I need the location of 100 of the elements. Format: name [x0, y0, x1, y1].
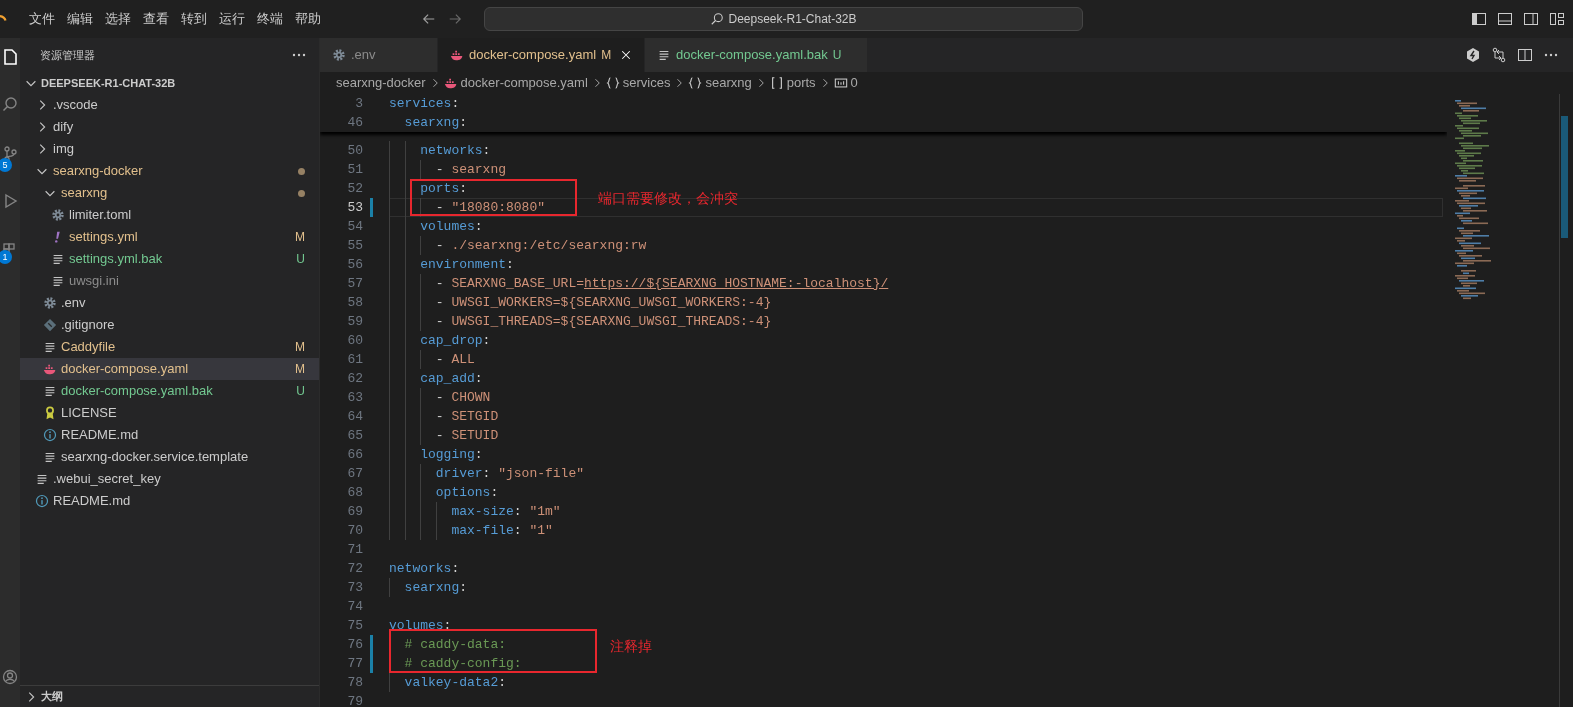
code-line: max-file: "1" [389, 521, 553, 540]
code-line: environment: [389, 255, 514, 274]
git-status-letter: U [296, 251, 305, 268]
line-number: 70 [346, 522, 363, 540]
number-symbol-icon [833, 76, 848, 90]
workspace-root[interactable]: DEEPSEEK-R1-CHAT-32B [20, 72, 319, 94]
branch-icon[interactable] [2, 146, 18, 162]
layout-grid-icon[interactable] [1549, 11, 1565, 27]
command-center-search[interactable]: Deepseek-R1-Chat-32B [484, 7, 1083, 31]
files-icon[interactable] [2, 49, 18, 65]
notification-badge: 1 [0, 250, 12, 264]
file-tree-item[interactable]: Caddyfile M [20, 336, 319, 358]
close-icon[interactable] [620, 49, 633, 61]
code-line: max-size: "1m" [389, 502, 561, 521]
secondary-sidebar-icon[interactable] [1523, 11, 1539, 27]
annotation-note: 端口需要修改，会冲突 [598, 189, 738, 207]
panel-layout-icon[interactable] [1497, 11, 1513, 27]
outline-section-header[interactable]: 大纲 [20, 685, 319, 707]
code-line: - CHOWN [389, 388, 491, 407]
line-number: 46 [346, 114, 363, 132]
code-line: volumes: [389, 617, 452, 635]
menu-item[interactable]: 选择 [99, 6, 137, 32]
file-tree-item[interactable]: docker-compose.yaml.bak U [20, 380, 319, 402]
git-status-letter: M [295, 229, 305, 246]
line-number: 78 [346, 674, 363, 692]
code-line: - UWSGI_THREADS=${SEARXNG_UWSGI_THREADS:-4} [389, 312, 772, 331]
folder-tree-item[interactable]: searxng [20, 182, 319, 204]
line-number: 57 [346, 275, 363, 293]
line-number: 53 [346, 199, 363, 217]
file-tree-item[interactable]: .webui_secret_key [20, 468, 319, 490]
file-tree-item[interactable]: limiter.toml [20, 204, 319, 226]
line-number: 77 [346, 655, 363, 673]
folder-tree-item[interactable]: searxng-docker [20, 160, 319, 182]
whale-icon [450, 48, 464, 62]
file-tree-item[interactable]: .env [20, 292, 319, 314]
scrollbar-thumb[interactable] [1561, 116, 1568, 238]
forward-arrow-icon[interactable] [448, 12, 462, 26]
play-icon[interactable] [2, 193, 18, 209]
folder-tree-item[interactable]: img [20, 138, 319, 160]
file-tree-item[interactable]: searxng-docker.service.template [20, 446, 319, 468]
gear-icon [43, 296, 57, 310]
file-tree-item[interactable]: docker-compose.yaml M [20, 358, 319, 380]
line-number: 69 [346, 503, 363, 521]
code-line: services: [389, 95, 460, 113]
code-line: networks: [389, 141, 491, 160]
code-line: networks: [389, 560, 460, 578]
line-number: 76 [346, 636, 363, 654]
breadcrumb-item[interactable]: docker-compose.yaml [443, 73, 588, 93]
code-line: # caddy-data: [389, 635, 506, 654]
line-number: 61 [346, 351, 363, 369]
breadcrumb-item[interactable]: 0 [833, 73, 858, 93]
file-lines-icon [657, 48, 671, 62]
whale-icon [43, 362, 57, 376]
folder-tree-item[interactable]: dify [20, 116, 319, 138]
code-line: # caddy-config: [389, 654, 522, 673]
ribbon-icon [43, 406, 57, 420]
file-tree-item[interactable]: LICENSE [20, 402, 319, 424]
editor-tab[interactable]: docker-compose.yaml M [438, 38, 645, 72]
line-number: 74 [346, 598, 363, 616]
line-number: 67 [346, 465, 363, 483]
breadcrumb-item[interactable]: searxng-docker [336, 73, 426, 93]
sidebar-layout-icon[interactable] [1471, 11, 1487, 27]
file-tree-item[interactable]: settings.yml.bak U [20, 248, 319, 270]
editor-tab[interactable]: docker-compose.yaml.bak U [645, 38, 868, 72]
folder-tree-item[interactable]: .vscode [20, 94, 319, 116]
file-tree-item[interactable]: README.md [20, 490, 319, 512]
line-number: 65 [346, 427, 363, 445]
back-arrow-icon[interactable] [422, 12, 436, 26]
explorer-title: 资源管理器 [40, 47, 95, 63]
search-icon [710, 12, 725, 26]
code-line: searxng: [389, 578, 467, 597]
hexagon-icon[interactable] [1465, 47, 1481, 63]
line-number: 59 [346, 313, 363, 331]
git-status-letter: M [295, 339, 305, 356]
account-icon[interactable] [2, 669, 18, 685]
split-editor-icon[interactable] [1517, 47, 1533, 63]
menu-item[interactable]: 终端 [251, 6, 289, 32]
compare-changes-icon[interactable] [1491, 47, 1507, 63]
git-status-letter: U [296, 383, 305, 400]
file-tree-item[interactable]: .gitignore [20, 314, 319, 336]
line-number: 66 [346, 446, 363, 464]
breadcrumb-item[interactable]: ports [769, 73, 816, 93]
breadcrumb-item[interactable]: services [605, 73, 671, 93]
editor-tab[interactable]: .env [320, 38, 438, 72]
menu-item[interactable]: 查看 [137, 6, 175, 32]
search-icon[interactable] [2, 96, 18, 112]
file-tree-item[interactable]: README.md [20, 424, 319, 446]
file-tree-item[interactable]: uwsgi.ini [20, 270, 319, 292]
file-lines-icon [51, 274, 65, 288]
menu-item[interactable]: 编辑 [61, 6, 99, 32]
file-tree-item[interactable]: settings.yml M [20, 226, 319, 248]
breadcrumb-item[interactable]: searxng [688, 73, 752, 93]
menu-item[interactable]: 转到 [175, 6, 213, 32]
line-number: 3 [354, 95, 363, 113]
code-line: - SETUID [389, 426, 499, 445]
menu-item[interactable]: 运行 [213, 6, 251, 32]
menu-item[interactable]: 文件 [23, 6, 61, 32]
file-lines-icon [43, 340, 57, 354]
braces-icon [605, 76, 620, 90]
menu-item[interactable]: 帮助 [289, 6, 327, 32]
